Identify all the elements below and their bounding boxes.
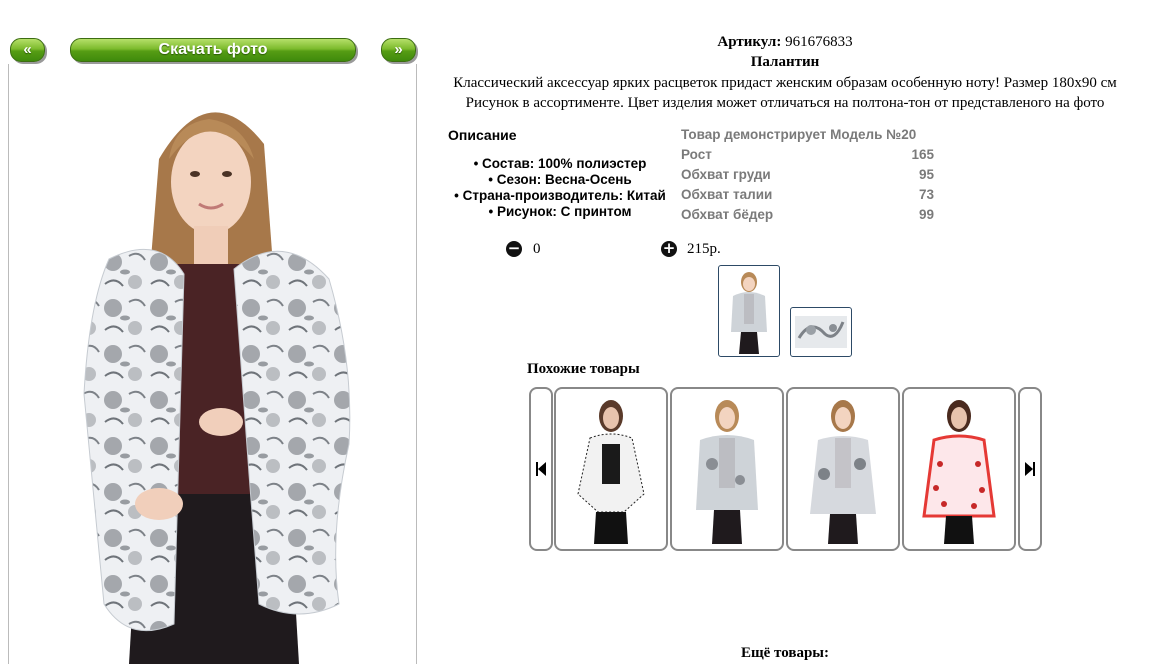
download-photo-button[interactable]: Скачать фото <box>70 38 356 62</box>
measurement-row: Обхват талии 73 <box>681 185 934 205</box>
model-measurements: Товар демонстрирует Модель №20 Рост 165 О… <box>681 125 934 225</box>
measurement-label: Обхват бёдер <box>681 207 774 222</box>
measurement-label: Рост <box>681 147 712 162</box>
model-heading: Товар демонстрирует Модель №20 <box>681 125 934 145</box>
measurement-row: Обхват бёдер 99 <box>681 205 934 225</box>
next-photo-button[interactable]: » <box>381 38 416 62</box>
description-heading: Описание <box>448 127 517 143</box>
measurement-value: 73 <box>918 187 934 202</box>
prev-photo-button[interactable]: « <box>10 38 45 62</box>
carousel-prev-button[interactable] <box>529 387 553 551</box>
attribute-item: Сезон: Весна-Осень <box>440 172 680 188</box>
measurement-label: Обхват талии <box>681 187 773 202</box>
photo-thumbnail[interactable] <box>718 265 780 357</box>
attribute-item: Рисунок: С принтом <box>440 204 680 220</box>
product-sku: Артикул: 961676833 <box>430 34 1140 51</box>
similar-product-card[interactable] <box>670 387 784 551</box>
carousel-next-button[interactable] <box>1018 387 1042 551</box>
measurement-row: Рост 165 <box>681 145 934 165</box>
similar-product-card[interactable] <box>554 387 668 551</box>
sku-value: 961676833 <box>785 34 853 50</box>
skip-forward-icon <box>1025 462 1035 476</box>
product-title: Палантин <box>750 54 820 70</box>
main-product-photo <box>8 64 417 664</box>
quantity-value: 0 <box>533 241 541 257</box>
minus-circle-icon[interactable]: − <box>506 241 522 257</box>
measurement-value: 99 <box>918 207 934 222</box>
similar-product-card[interactable] <box>786 387 900 551</box>
price-value: 215р. <box>687 241 721 257</box>
measurement-row: Обхват груди 95 <box>681 165 934 185</box>
similar-products-heading: Похожие товары <box>527 361 640 377</box>
attribute-item: Состав: 100% полиэстер <box>440 156 680 172</box>
product-description-line-1: Классический аксессуар ярких расцветок п… <box>453 75 1117 91</box>
attribute-item: Страна-производитель: Китай <box>440 188 680 204</box>
plus-circle-icon[interactable]: + <box>661 241 677 257</box>
more-products-heading: Ещё товары: <box>740 645 830 661</box>
product-description-line-2: Рисунок в ассортименте. Цвет изделия мож… <box>465 95 1105 111</box>
measurement-value: 165 <box>911 147 934 162</box>
similar-product-card[interactable] <box>902 387 1016 551</box>
measurement-value: 95 <box>918 167 934 182</box>
photo-thumbnail[interactable] <box>790 307 852 357</box>
attribute-list: Состав: 100% полиэстер Сезон: Весна-Осен… <box>440 156 680 220</box>
model-heading-text: Товар демонстрирует Модель №20 <box>681 127 917 142</box>
skip-back-icon <box>536 462 546 476</box>
sku-label: Артикул: <box>717 34 782 50</box>
measurement-label: Обхват груди <box>681 167 771 182</box>
